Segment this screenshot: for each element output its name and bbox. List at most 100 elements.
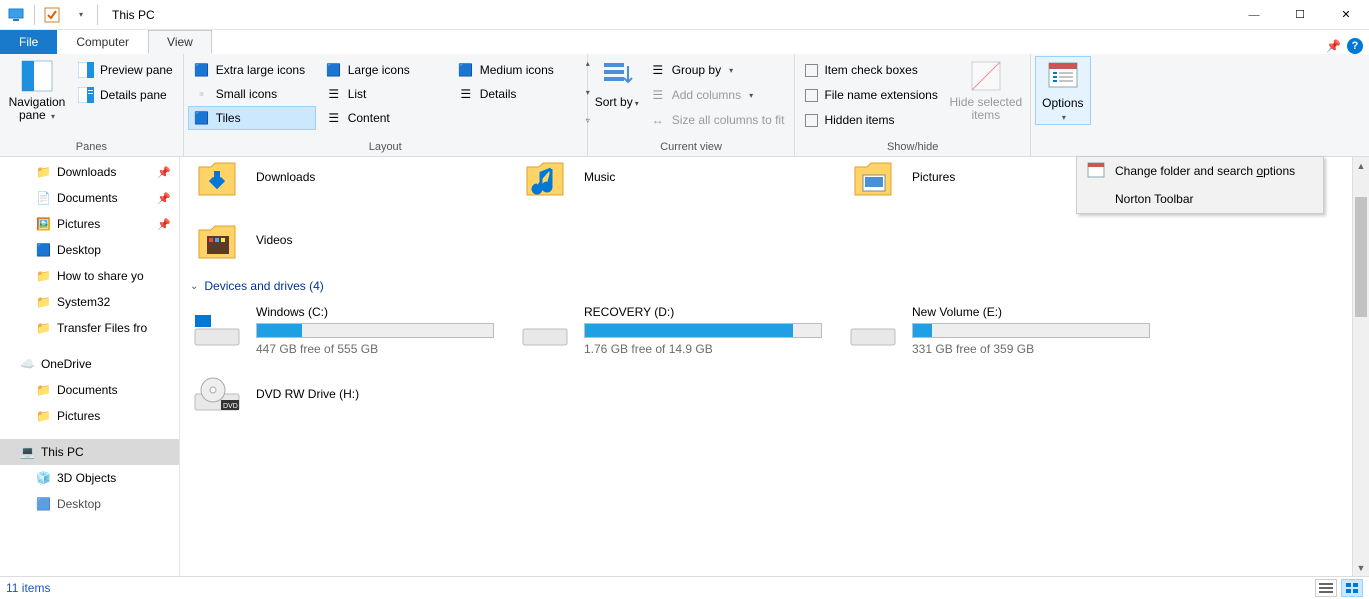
minimize-button[interactable]: — (1231, 0, 1277, 30)
drive-free-text: 1.76 GB free of 14.9 GB (584, 342, 834, 356)
vertical-scrollbar[interactable]: ▲ ▼ (1352, 157, 1369, 576)
videos-icon (188, 216, 246, 264)
drive-name: DVD RW Drive (H:) (256, 387, 506, 401)
pin-ribbon-icon[interactable]: 📌 (1326, 39, 1341, 53)
layout-small[interactable]: ▫️Small icons (188, 82, 316, 106)
pc-icon[interactable] (4, 3, 30, 27)
hdd-icon (844, 307, 902, 355)
group-by-button[interactable]: ☰Group by ▾ (644, 58, 791, 82)
group-panes: Navigation pane ▾ Preview pane Details p… (0, 54, 184, 156)
ribbon-tabs: File Computer View 📌 ? (0, 30, 1369, 54)
layout-list[interactable]: ☰List (320, 82, 448, 106)
folder-icon: 📁 (36, 383, 51, 397)
tile-label: Pictures (912, 170, 955, 184)
properties-icon[interactable] (39, 3, 65, 27)
downloads-icon (188, 157, 246, 201)
tile-label: Videos (256, 233, 292, 247)
folder-icon: 📁 (36, 165, 51, 179)
svg-text:DVD: DVD (223, 403, 238, 410)
document-icon: 📄 (36, 191, 51, 205)
pin-icon: 📌 (157, 166, 171, 179)
help-icon[interactable]: ? (1347, 38, 1363, 54)
change-folder-options-label: Change folder and search options (1115, 164, 1295, 178)
group-label-layout: Layout (188, 139, 583, 156)
sort-by-button[interactable]: Sort by▾ (592, 56, 642, 110)
layout-medium[interactable]: 🟦Medium icons (452, 58, 580, 82)
scrollbar-thumb[interactable] (1355, 197, 1367, 317)
hidden-items-toggle[interactable]: Hidden items (799, 108, 943, 132)
folder-music[interactable]: Music (516, 157, 834, 208)
nav-this-pc[interactable]: 💻This PC (0, 439, 179, 465)
group-layout: 🟦Extra large icons ▫️Small icons 🟦Tiles … (184, 54, 588, 156)
nav-onedrive[interactable]: ☁️OneDrive (0, 351, 179, 377)
desktop-icon: 🟦 (36, 243, 51, 257)
nav-pictures[interactable]: 🖼️Pictures📌 (0, 211, 179, 237)
tab-computer[interactable]: Computer (57, 30, 148, 54)
pin-icon: 📌 (157, 192, 171, 205)
layout-large[interactable]: 🟦Large icons (320, 58, 448, 82)
qat-dropdown-icon[interactable]: ▾ (67, 3, 93, 27)
dvd-icon: DVD (188, 370, 246, 418)
layout-details[interactable]: ☰Details (452, 82, 580, 106)
options-dropdown: Change folder and search options Norton … (1076, 156, 1324, 214)
maximize-button[interactable]: ☐ (1277, 0, 1323, 30)
view-large-icons-button[interactable] (1341, 579, 1363, 597)
norton-toolbar-item[interactable]: Norton Toolbar (1077, 185, 1323, 213)
tab-view[interactable]: View (148, 30, 212, 54)
drive-e[interactable]: New Volume (E:) 331 GB free of 359 GB (844, 299, 1162, 362)
quick-access-toolbar: ▾ (0, 3, 104, 27)
folder-videos[interactable]: Videos (188, 208, 506, 271)
item-check-boxes-toggle[interactable]: Item check boxes (799, 58, 943, 82)
tab-file[interactable]: File (0, 30, 57, 54)
scroll-up-button[interactable]: ▲ (1353, 157, 1369, 174)
folder-icon: 📁 (36, 409, 51, 423)
music-icon (516, 157, 574, 201)
nav-downloads[interactable]: 📁Downloads📌 (0, 159, 179, 185)
group-options: Options▾ (1031, 54, 1095, 156)
folder-downloads[interactable]: Downloads (188, 157, 506, 208)
nav-onedrive-documents[interactable]: 📁Documents (0, 377, 179, 403)
add-columns-button: ☰Add columns ▾ (644, 83, 791, 107)
onedrive-icon: ☁️ (20, 357, 35, 371)
nav-howto[interactable]: 📁How to share yo (0, 263, 179, 289)
title-bar: ▾ This PC — ☐ ✕ (0, 0, 1369, 30)
nav-desktop-pc[interactable]: 🟦Desktop (0, 491, 179, 517)
details-pane-button[interactable]: Details pane (72, 83, 179, 107)
ribbon: Navigation pane ▾ Preview pane Details p… (0, 54, 1369, 157)
hide-selected-items-button: Hide selected items (946, 56, 1026, 122)
close-button[interactable]: ✕ (1323, 0, 1369, 30)
layout-content[interactable]: ☰Content (320, 106, 448, 130)
nav-documents[interactable]: 📄Documents📌 (0, 185, 179, 211)
capacity-bar (584, 323, 822, 338)
nav-desktop[interactable]: 🟦Desktop (0, 237, 179, 263)
change-folder-options-item[interactable]: Change folder and search options (1077, 157, 1323, 185)
chevron-down-icon: ⌄ (190, 281, 198, 292)
pin-icon: 📌 (157, 218, 171, 231)
folder-icon: 📁 (36, 295, 51, 309)
options-button[interactable]: Options▾ (1035, 56, 1091, 125)
group-show-hide: Item check boxes File name extensions Hi… (795, 54, 1030, 156)
nav-onedrive-pictures[interactable]: 📁Pictures (0, 403, 179, 429)
preview-pane-button[interactable]: Preview pane (72, 58, 179, 82)
nav-3d-objects[interactable]: 🧊3D Objects (0, 465, 179, 491)
folder-icon: 📁 (36, 269, 51, 283)
navigation-pane-button[interactable]: Navigation pane ▾ (4, 56, 70, 123)
view-details-button[interactable] (1315, 579, 1337, 597)
drive-name: Windows (C:) (256, 305, 506, 319)
layout-extra-large[interactable]: 🟦Extra large icons (188, 58, 316, 82)
size-columns-button: ↔Size all columns to fit (644, 108, 791, 132)
pc-icon: 💻 (20, 445, 35, 459)
drive-c[interactable]: Windows (C:) 447 GB free of 555 GB (188, 299, 506, 362)
3d-icon: 🧊 (36, 471, 51, 485)
scroll-down-button[interactable]: ▼ (1353, 559, 1369, 576)
section-devices-drives[interactable]: ⌄ Devices and drives (4) (188, 271, 1363, 299)
drive-d[interactable]: RECOVERY (D:) 1.76 GB free of 14.9 GB (516, 299, 834, 362)
desktop-icon: 🟦 (36, 497, 51, 511)
nav-system32[interactable]: 📁System32 (0, 289, 179, 315)
file-name-extensions-toggle[interactable]: File name extensions (799, 83, 943, 107)
layout-tiles[interactable]: 🟦Tiles (188, 106, 316, 130)
nav-transfer[interactable]: 📁Transfer Files fro (0, 315, 179, 341)
tile-label: Downloads (256, 170, 315, 184)
pictures-icon (844, 157, 902, 201)
drive-h-dvd[interactable]: DVD DVD RW Drive (H:) (188, 362, 506, 425)
